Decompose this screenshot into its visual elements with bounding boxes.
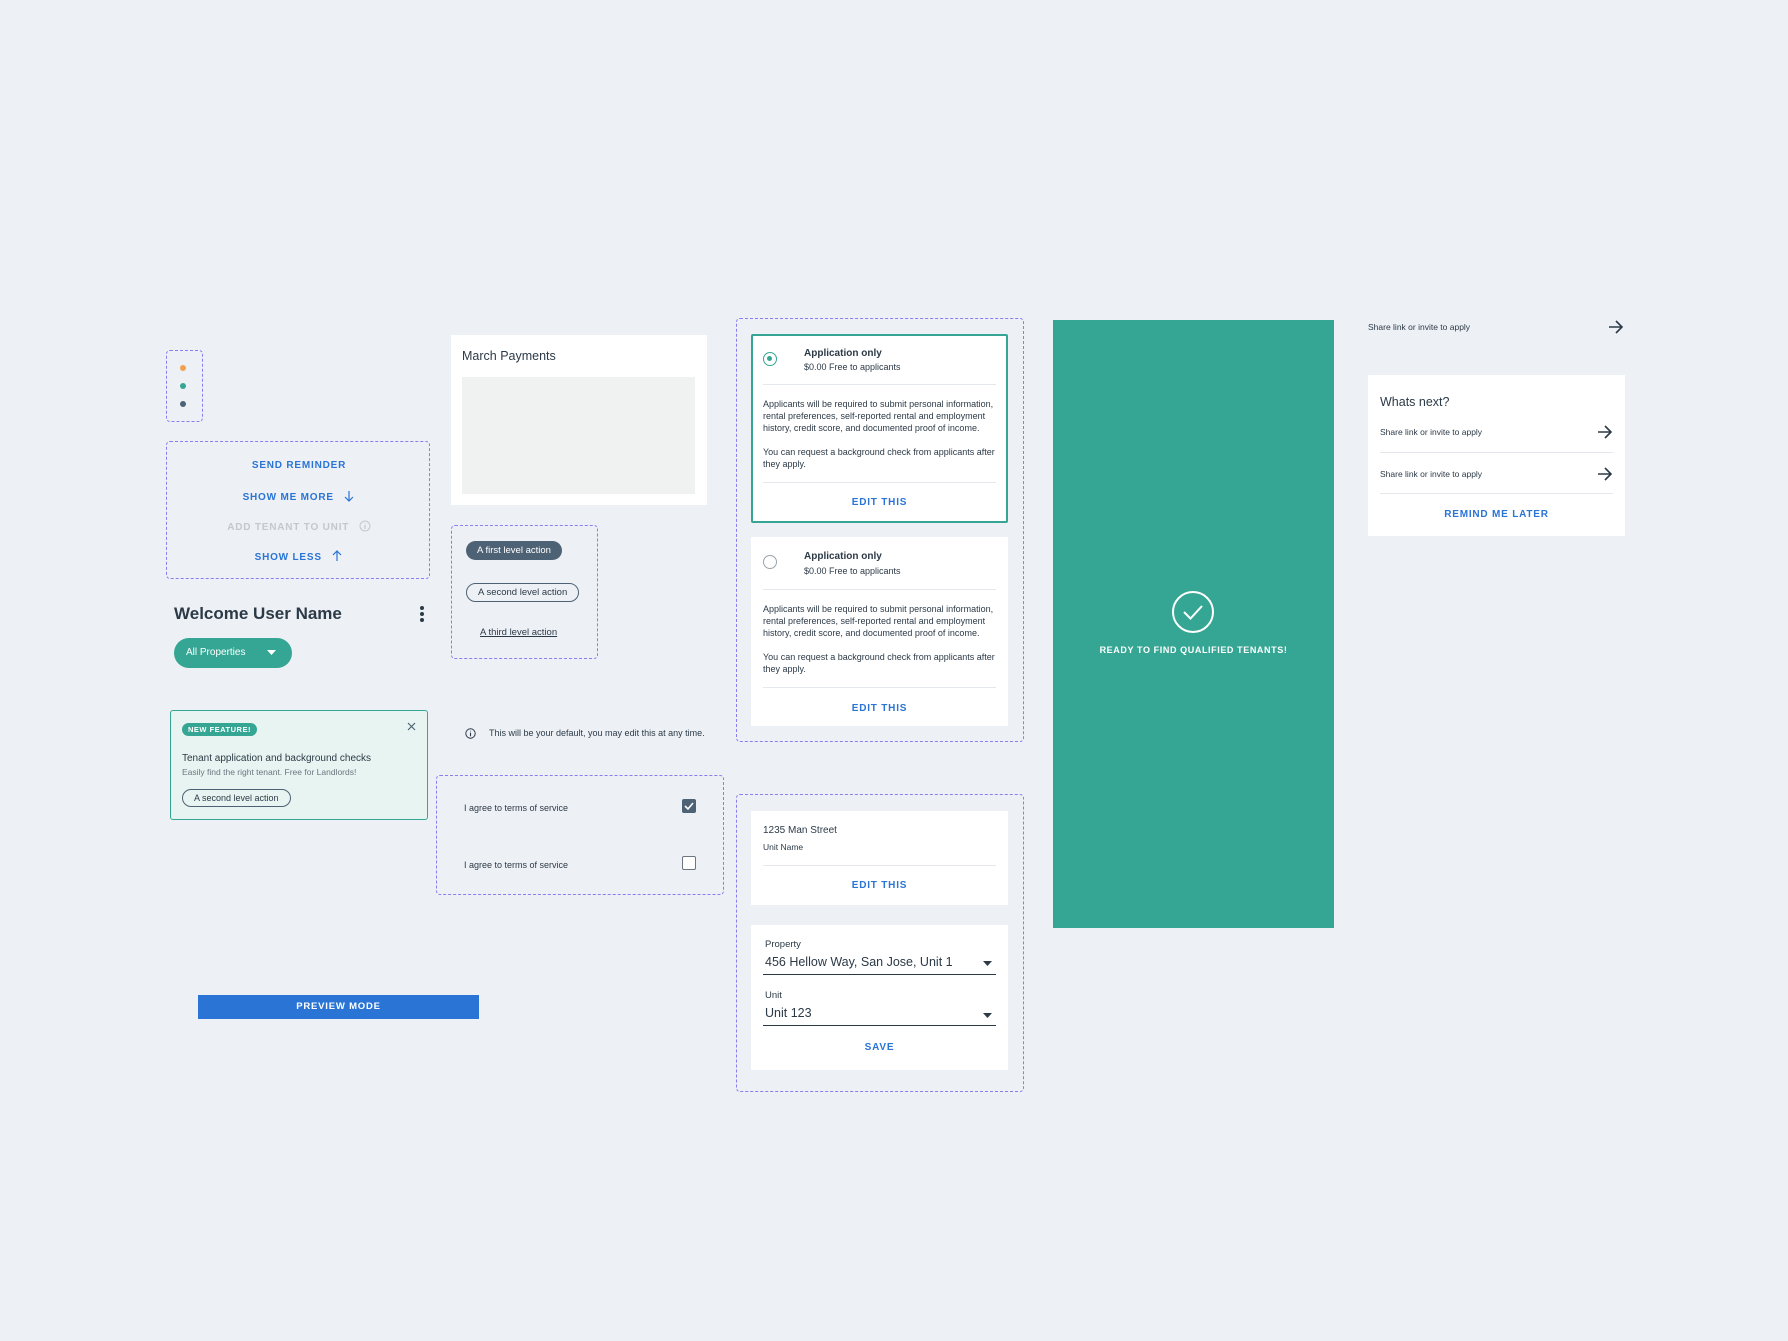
banner-subtitle: Easily find the right tenant. Free for L… [182,767,357,777]
info-icon [465,728,476,739]
preview-mode-button[interactable]: PREVIEW MODE [198,995,479,1019]
property-field-label: Property [765,939,801,950]
payments-title: March Payments [462,349,556,363]
close-icon[interactable] [407,722,416,731]
terms-label-1: I agree to terms of service [464,803,569,813]
action-levels-group: A first level action A second level acti… [451,525,598,659]
property-form-card: Property 456 Hellow Way, San Jose, Unit … [751,925,1008,1070]
whats-next-item[interactable]: Share link or invite to apply [1380,423,1613,443]
third-level-action-link[interactable]: A third level action [480,627,557,638]
edit-this-button[interactable]: EDIT THIS [751,880,1008,891]
property-select[interactable]: 456 Hellow Way, San Jose, Unit 1 [763,955,996,975]
show-less-button[interactable]: SHOW LESS [167,550,431,563]
option-price: $0.00 Free to applicants [804,362,901,372]
ready-panel: READY TO FIND QUALIFIED TENANTS! [1053,320,1334,928]
text-actions-group: SEND REMINDER SHOW ME MORE ADD TENANT TO… [166,441,430,579]
option-card-selected[interactable]: Application only $0.00 Free to applicant… [751,334,1008,523]
terms-label-2: I agree to terms of service [464,860,569,870]
add-tenant-label: ADD TENANT TO UNIT [227,522,350,533]
status-dot-orange [180,365,186,371]
march-payments-card: March Payments [451,335,707,505]
ready-panel-text: READY TO FIND QUALIFIED TENANTS! [1099,645,1288,655]
option-card-unselected[interactable]: Application only $0.00 Free to applicant… [751,537,1008,726]
divider [763,865,996,866]
caret-down-icon [267,650,276,655]
divider [763,384,996,385]
arrow-right-icon [1598,467,1613,481]
show-less-label: SHOW LESS [254,552,322,563]
arrow-right-icon [1598,425,1613,439]
arrow-right-icon [1609,320,1624,334]
terms-group: I agree to terms of service I agree to t… [436,775,724,895]
unit-select[interactable]: Unit 123 [763,1006,996,1026]
option-radio-unselected[interactable] [763,555,777,569]
caret-down-icon [983,961,992,966]
new-feature-badge: NEW FEATURE! [182,723,257,736]
send-reminder-button[interactable]: SEND REMINDER [167,460,431,471]
option-description: Applicants will be required to submit pe… [763,604,994,638]
option-description: Applicants will be required to submit pe… [763,399,994,433]
divider [763,589,996,590]
status-dot-dark [180,401,186,407]
address-unit-name: Unit Name [763,842,804,852]
chart-placeholder [462,377,695,494]
properties-filter-button[interactable]: All Properties [174,638,292,668]
remind-me-later-button[interactable]: REMIND ME LATER [1368,509,1625,520]
whats-next-title: Whats next? [1380,395,1450,409]
share-link-label: Share link or invite to apply [1368,322,1471,332]
caret-down-icon [983,1013,992,1018]
divider [1380,452,1613,453]
arrow-up-icon [332,550,342,561]
address-street: 1235 Man Street [763,825,837,836]
whats-next-item-label: Share link or invite to apply [1380,469,1483,479]
status-dot-green [180,383,186,389]
option-title: Application only [804,348,882,359]
property-select-value: 456 Hellow Way, San Jose, Unit 1 [765,955,953,969]
property-group: 1235 Man Street Unit Name EDIT THIS Prop… [736,794,1024,1092]
option-title: Application only [804,551,882,562]
terms-checkbox-unchecked[interactable] [682,856,696,870]
divider [1380,493,1613,494]
default-note-text: This will be your default, you may edit … [489,728,705,738]
second-level-action-button[interactable]: A second level action [466,583,580,602]
info-icon [359,520,371,532]
first-level-action-button[interactable]: A first level action [466,541,562,560]
unit-select-value: Unit 123 [765,1006,812,1020]
properties-filter-label: All Properties [186,647,246,658]
new-feature-banner: NEW FEATURE! Tenant application and back… [170,710,428,820]
whats-next-item-label: Share link or invite to apply [1380,427,1483,437]
option-cards-group: Application only $0.00 Free to applicant… [736,318,1024,742]
banner-second-level-action[interactable]: A second level action [182,789,291,807]
save-button[interactable]: SAVE [751,1042,1008,1053]
check-icon [684,802,694,811]
welcome-title: Welcome User Name [174,604,342,623]
divider [763,482,996,483]
show-me-more-button[interactable]: SHOW ME MORE [167,490,431,503]
whats-next-item[interactable]: Share link or invite to apply [1380,465,1613,485]
show-me-more-label: SHOW ME MORE [242,492,334,503]
add-tenant-button-disabled: ADD TENANT TO UNIT [167,520,431,533]
option-radio-selected[interactable] [763,352,777,366]
arrow-down-icon [344,491,354,502]
option-note: You can request a background check from … [763,447,995,469]
status-dots-group [166,350,203,422]
address-card: 1235 Man Street Unit Name EDIT THIS [751,811,1008,905]
check-circle-icon [1172,591,1214,633]
option-note: You can request a background check from … [763,652,995,674]
whats-next-card: Whats next? Share link or invite to appl… [1368,375,1625,536]
terms-checkbox-checked[interactable] [682,799,696,813]
edit-this-button[interactable]: EDIT THIS [751,703,1008,714]
divider [763,687,996,688]
unit-field-label: Unit [765,990,782,1001]
share-link-row[interactable]: Share link or invite to apply [1368,318,1624,338]
kebab-menu-icon[interactable] [419,605,425,623]
edit-this-button[interactable]: EDIT THIS [753,497,1006,508]
banner-title: Tenant application and background checks [182,753,372,764]
option-price: $0.00 Free to applicants [804,566,901,576]
